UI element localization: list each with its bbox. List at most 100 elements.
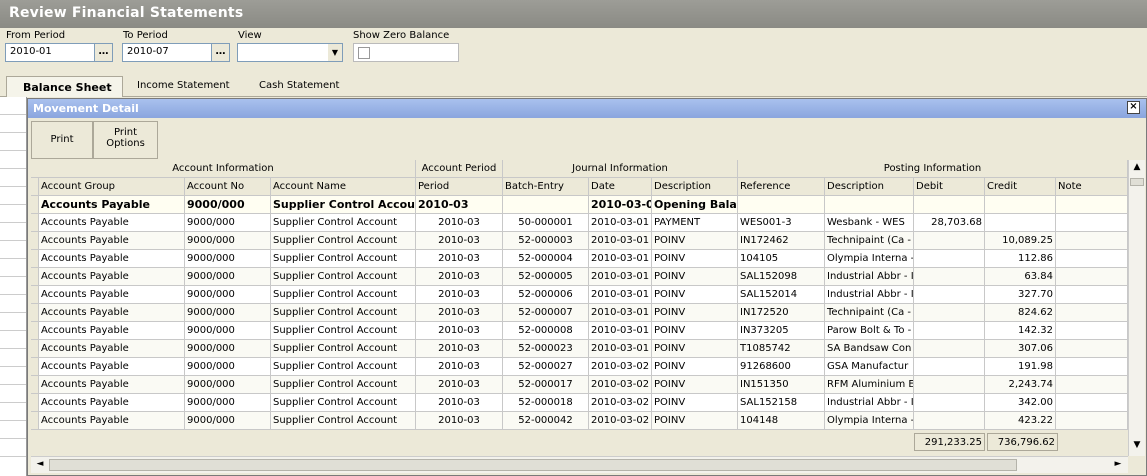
horizontal-scrollbar[interactable]: ◄ ► bbox=[31, 456, 1128, 473]
table-cell[interactable]: 63.84 bbox=[985, 268, 1056, 286]
view-dropdown-arrow-icon[interactable]: ▼ bbox=[328, 44, 342, 61]
column-header[interactable]: Account No bbox=[185, 178, 271, 196]
table-cell[interactable]: Industrial Abbr - If bbox=[825, 268, 914, 286]
table-cell[interactable]: 104148 bbox=[738, 412, 825, 430]
table-cell[interactable]: 9000/000 bbox=[185, 340, 271, 358]
table-cell[interactable]: Supplier Control Account bbox=[271, 214, 416, 232]
table-cell[interactable]: POINV bbox=[652, 340, 738, 358]
table-cell[interactable]: Technipaint (Ca - bbox=[825, 304, 914, 322]
table-cell[interactable]: 9000/000 bbox=[185, 376, 271, 394]
column-header[interactable]: Period bbox=[416, 178, 503, 196]
column-header[interactable]: Description bbox=[652, 178, 738, 196]
tab-cash-statement[interactable]: Cash Statement bbox=[249, 76, 349, 97]
table-cell[interactable]: Accounts Payable bbox=[39, 304, 185, 322]
scroll-left-icon[interactable]: ◄ bbox=[33, 459, 47, 469]
table-cell[interactable]: 327.70 bbox=[985, 286, 1056, 304]
table-cell[interactable]: Accounts Payable bbox=[39, 358, 185, 376]
table-cell[interactable]: 2010-03 bbox=[416, 376, 503, 394]
table-cell[interactable]: 112.86 bbox=[985, 250, 1056, 268]
table-cell[interactable]: Olympia Interna - bbox=[825, 250, 914, 268]
table-cell[interactable] bbox=[1056, 232, 1128, 250]
table-cell[interactable]: IN151350 bbox=[738, 376, 825, 394]
table-cell[interactable]: SAL152014 bbox=[738, 286, 825, 304]
table-cell[interactable]: 9000/000 bbox=[185, 304, 271, 322]
table-cell[interactable]: Accounts Payable bbox=[39, 412, 185, 430]
row-indicator[interactable] bbox=[31, 214, 39, 232]
table-cell[interactable] bbox=[1056, 286, 1128, 304]
table-cell[interactable]: 2010-03-01 bbox=[589, 340, 652, 358]
table-cell[interactable] bbox=[1056, 358, 1128, 376]
table-cell[interactable]: POINV bbox=[652, 250, 738, 268]
table-cell[interactable]: Accounts Payable bbox=[39, 340, 185, 358]
table-cell[interactable]: 2010-03-01 bbox=[589, 304, 652, 322]
table-cell[interactable]: 52-000006 bbox=[503, 286, 589, 304]
row-indicator[interactable] bbox=[31, 376, 39, 394]
row-indicator[interactable] bbox=[31, 358, 39, 376]
column-header[interactable]: Note bbox=[1056, 178, 1128, 196]
table-cell[interactable] bbox=[914, 304, 985, 322]
row-indicator[interactable] bbox=[31, 340, 39, 358]
table-cell[interactable]: 2010-03 bbox=[416, 232, 503, 250]
table-cell[interactable]: Supplier Control Account bbox=[271, 376, 416, 394]
table-cell[interactable]: Technipaint (Ca - bbox=[825, 232, 914, 250]
show-zero-balance-checkbox[interactable] bbox=[358, 47, 370, 59]
table-cell[interactable]: WES001-3 bbox=[738, 214, 825, 232]
horizontal-scroll-thumb[interactable] bbox=[49, 459, 1017, 471]
table-cell[interactable]: POINV bbox=[652, 412, 738, 430]
table-cell[interactable]: 2010-03 bbox=[416, 214, 503, 232]
table-cell[interactable]: 52-000017 bbox=[503, 376, 589, 394]
column-header[interactable]: Account Name bbox=[271, 178, 416, 196]
table-cell[interactable]: 104105 bbox=[738, 250, 825, 268]
table-cell[interactable]: Parow Bolt & To - bbox=[825, 322, 914, 340]
table-cell[interactable]: Supplier Control Account bbox=[271, 232, 416, 250]
table-cell[interactable]: 52-000003 bbox=[503, 232, 589, 250]
table-cell[interactable]: 2010-03 bbox=[416, 286, 503, 304]
scroll-right-icon[interactable]: ► bbox=[1111, 459, 1125, 469]
table-cell[interactable]: 9000/000 bbox=[185, 358, 271, 376]
table-cell[interactable]: 52-000023 bbox=[503, 340, 589, 358]
table-cell[interactable] bbox=[914, 250, 985, 268]
print-options-button[interactable]: Print Options bbox=[93, 121, 158, 159]
table-cell[interactable] bbox=[914, 286, 985, 304]
table-cell[interactable]: Industrial Abbr - If bbox=[825, 394, 914, 412]
row-indicator[interactable] bbox=[31, 304, 39, 322]
table-cell[interactable]: 9000/000 bbox=[185, 250, 271, 268]
table-cell[interactable]: 2010-03 bbox=[416, 268, 503, 286]
table-cell[interactable]: 2010-03-02 bbox=[589, 412, 652, 430]
table-cell[interactable]: Accounts Payable bbox=[39, 214, 185, 232]
table-cell[interactable]: POINV bbox=[652, 376, 738, 394]
table-cell[interactable] bbox=[914, 268, 985, 286]
column-header[interactable]: Date bbox=[589, 178, 652, 196]
table-cell[interactable]: 423.22 bbox=[985, 412, 1056, 430]
table-cell[interactable]: Wesbank - WES bbox=[825, 214, 914, 232]
table-cell[interactable]: SAL152158 bbox=[738, 394, 825, 412]
table-cell[interactable] bbox=[1056, 376, 1128, 394]
table-cell[interactable]: 191.98 bbox=[985, 358, 1056, 376]
table-cell[interactable]: Supplier Control Account bbox=[271, 340, 416, 358]
table-cell[interactable]: 52-000027 bbox=[503, 358, 589, 376]
scroll-up-icon[interactable]: ▲ bbox=[1130, 162, 1144, 172]
table-cell[interactable] bbox=[914, 232, 985, 250]
table-cell[interactable]: 307.06 bbox=[985, 340, 1056, 358]
vertical-scrollbar[interactable]: ▲ ▼ bbox=[1128, 160, 1145, 456]
table-cell[interactable]: 9000/000 bbox=[185, 214, 271, 232]
table-cell[interactable]: 824.62 bbox=[985, 304, 1056, 322]
scroll-down-icon[interactable]: ▼ bbox=[1130, 440, 1144, 450]
table-cell[interactable]: 2010-03-01 bbox=[589, 322, 652, 340]
table-cell[interactable]: Accounts Payable bbox=[39, 268, 185, 286]
table-cell[interactable]: Supplier Control Account bbox=[271, 394, 416, 412]
table-cell[interactable]: PAYMENT bbox=[652, 214, 738, 232]
table-cell[interactable]: 52-000042 bbox=[503, 412, 589, 430]
table-cell[interactable]: 52-000018 bbox=[503, 394, 589, 412]
from-period-picker-button[interactable]: … bbox=[94, 43, 113, 62]
table-cell[interactable]: 2010-03 bbox=[416, 250, 503, 268]
table-cell[interactable] bbox=[1056, 304, 1128, 322]
column-header[interactable]: Reference bbox=[738, 178, 825, 196]
table-cell[interactable]: POINV bbox=[652, 286, 738, 304]
tab-balance-sheet[interactable]: Balance Sheet bbox=[6, 76, 123, 97]
table-cell[interactable] bbox=[914, 376, 985, 394]
table-cell[interactable]: Industrial Abbr - If bbox=[825, 286, 914, 304]
table-cell[interactable]: Supplier Control Account bbox=[271, 322, 416, 340]
table-cell[interactable]: 2010-03-01 bbox=[589, 250, 652, 268]
to-period-input[interactable]: 2010-07 bbox=[122, 43, 212, 62]
